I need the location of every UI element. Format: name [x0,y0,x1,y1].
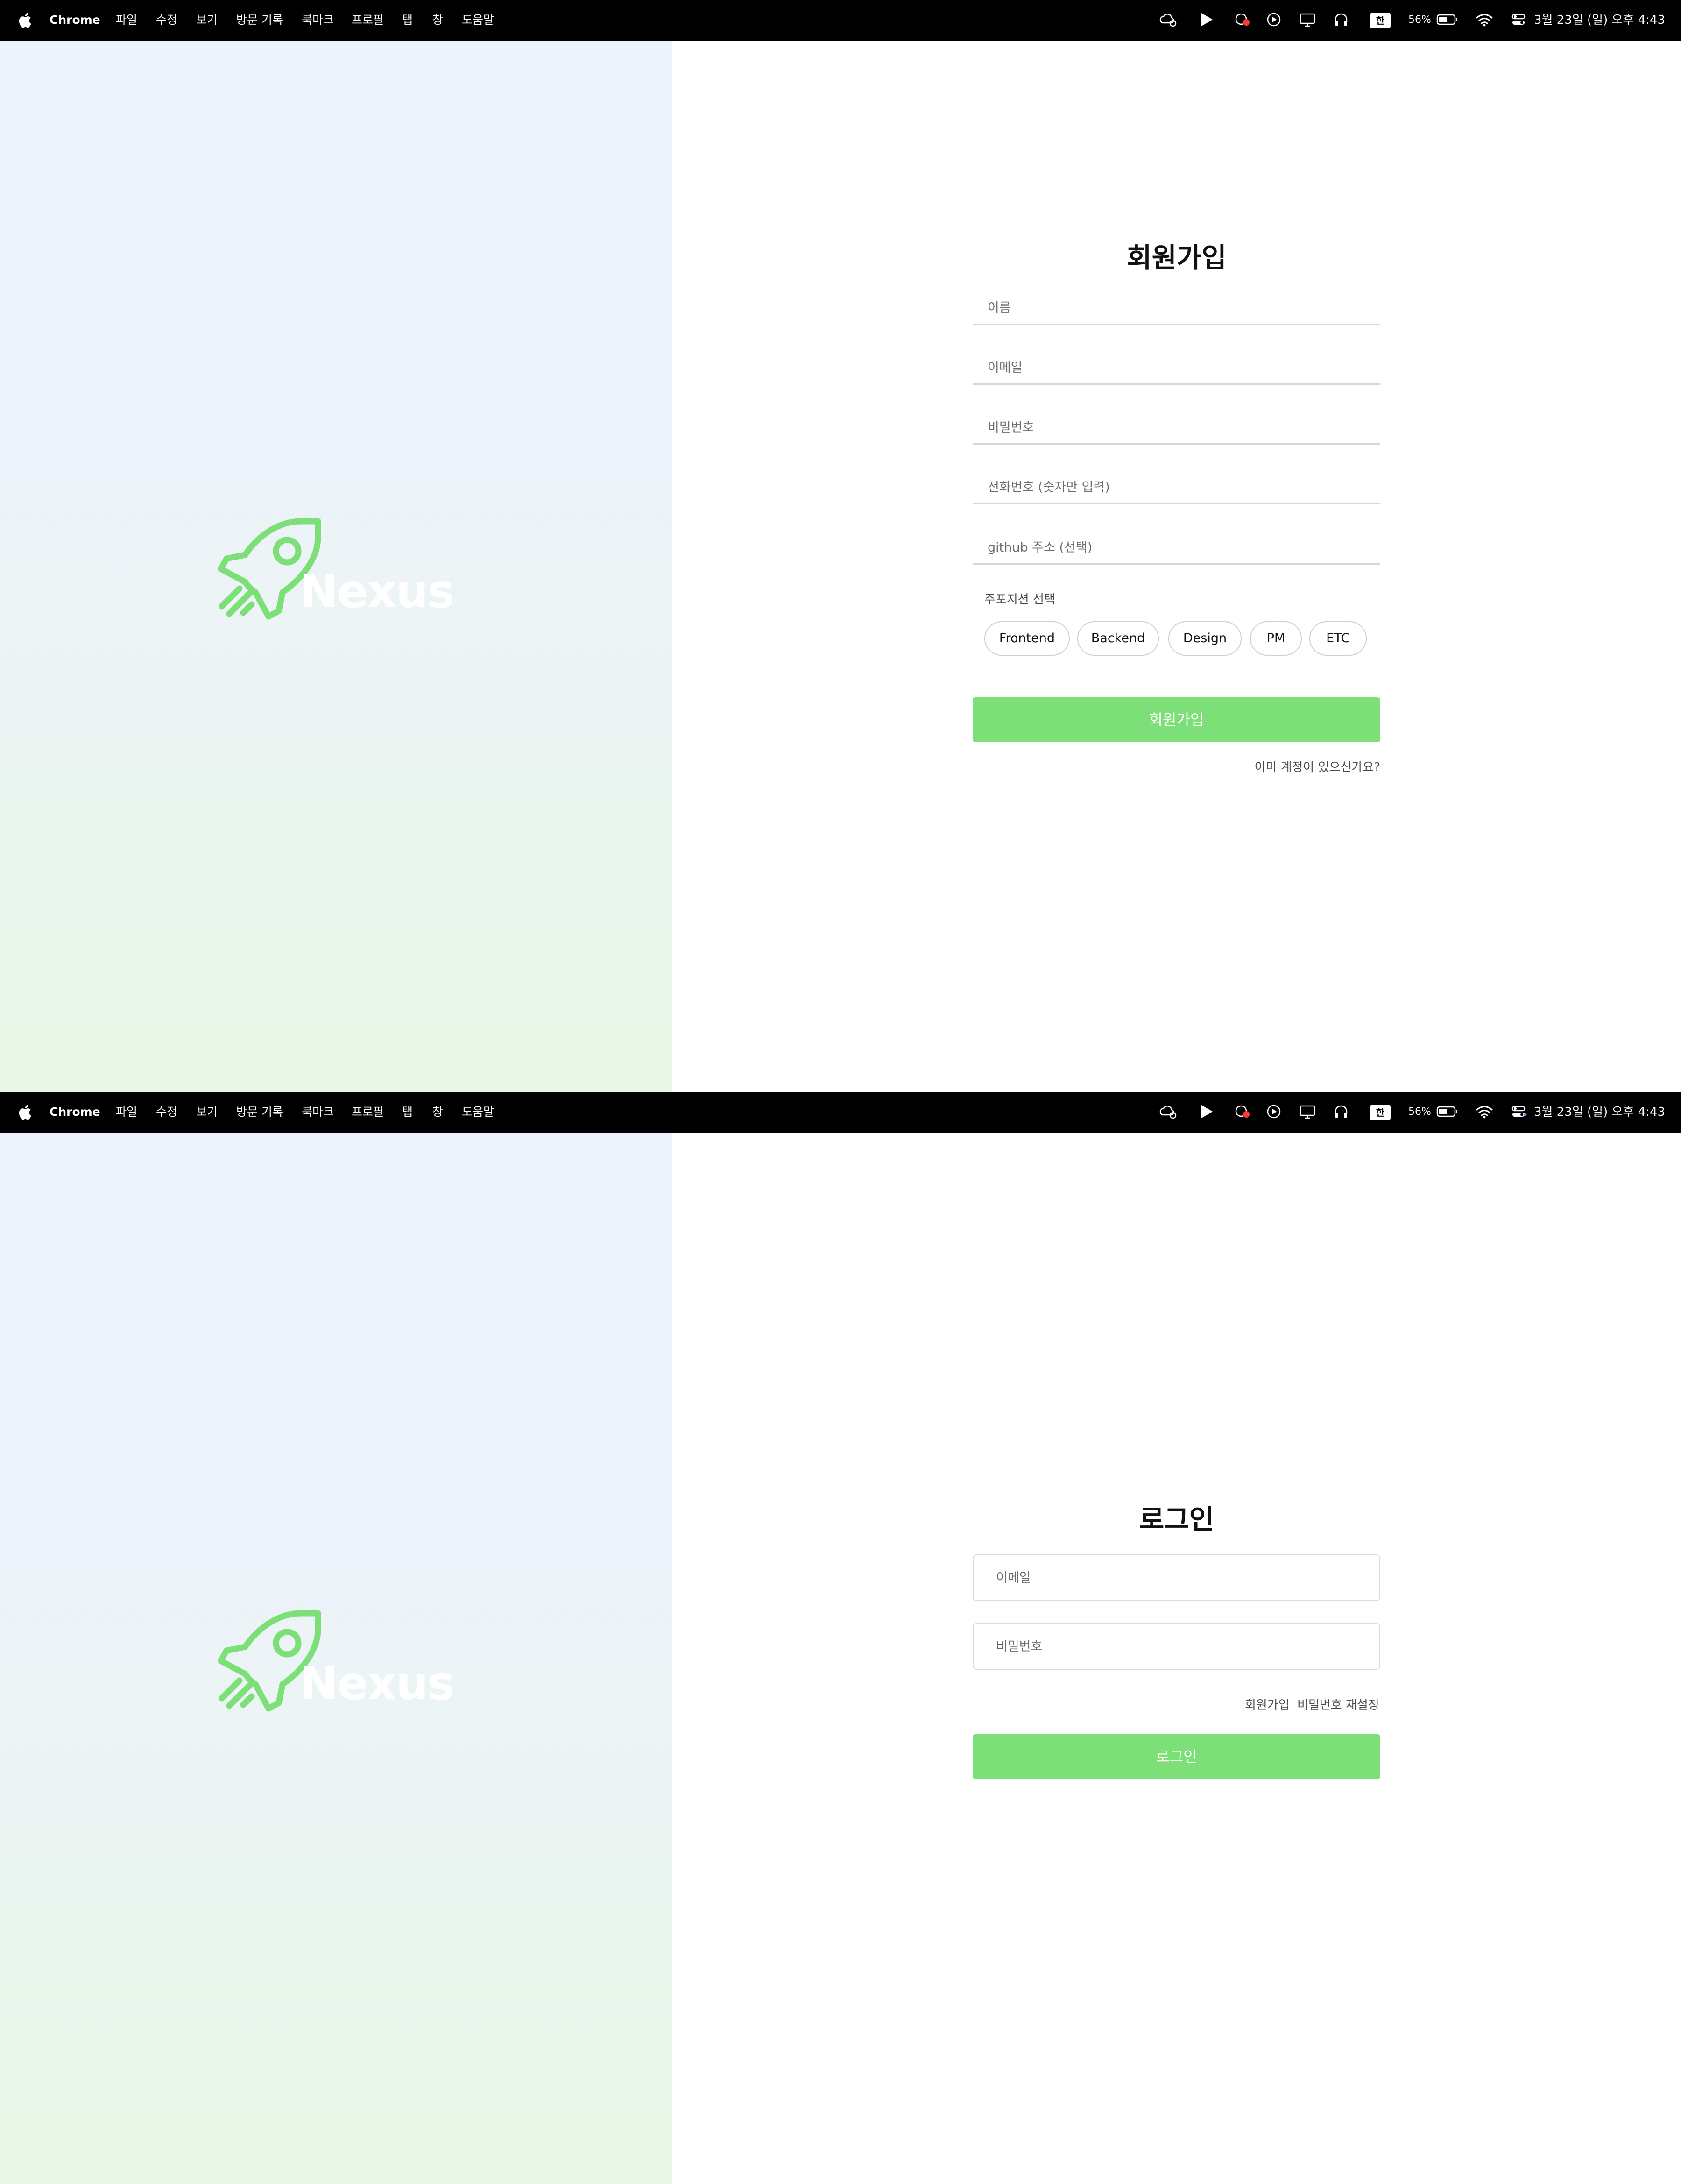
position-chip-pm[interactable]: PM [1250,621,1302,656]
menubar-clock[interactable]: 3월 23일 (일) 오후 4:43 [1534,11,1665,29]
login-email-input[interactable] [973,1554,1380,1601]
menu-file[interactable]: 파일 [116,1103,137,1121]
wifi-icon[interactable] [1474,1101,1495,1122]
nexus-logo: Nexus [212,1605,465,1717]
menu-window[interactable]: 창 [432,11,443,29]
signup-screen: Chrome 파일 수정 보기 방문 기록 북마크 프로필 탭 창 도움말 한 … [0,0,1681,1092]
input-source-indicator[interactable]: 한 [1370,13,1391,28]
menu-help[interactable]: 도움말 [462,1103,494,1121]
menu-app-chrome[interactable]: Chrome [49,11,100,29]
brand-wordmark: Nexus [300,1657,455,1710]
menu-bookmarks[interactable]: 북마크 [302,11,334,29]
position-chip-backend[interactable]: Backend [1077,621,1159,656]
apple-icon[interactable] [18,1103,32,1121]
menu-tab[interactable]: 탭 [402,1103,413,1121]
menu-view[interactable]: 보기 [196,1103,218,1121]
brand-wordmark: Nexus [300,565,455,618]
battery-icon[interactable] [1436,9,1459,30]
menu-edit[interactable]: 수정 [156,1103,177,1121]
brand-panel: Nexus [0,1133,672,2184]
battery-percentage: 56% [1408,14,1431,26]
login-title: 로그인 [1139,1503,1215,1535]
email-input[interactable] [973,352,1380,385]
menu-edit[interactable]: 수정 [156,11,177,29]
position-label: 주포지션 선택 [984,593,1055,607]
menu-profile[interactable]: 프로필 [352,1103,384,1121]
menu-help[interactable]: 도움말 [462,11,494,29]
position-chip-frontend[interactable]: Frontend [984,621,1070,656]
login-password-input[interactable] [973,1623,1380,1670]
menu-window[interactable]: 창 [432,1103,443,1121]
headphones-icon[interactable] [1332,1101,1350,1122]
menu-bar: Chrome 파일 수정 보기 방문 기록 북마크 프로필 탭 창 도움말 한 … [0,0,1681,41]
signup-link[interactable]: 회원가입 [1245,1695,1290,1713]
menubar-clock[interactable]: 3월 23일 (일) 오후 4:43 [1534,1103,1665,1121]
menu-file[interactable]: 파일 [116,11,137,29]
menu-bookmarks[interactable]: 북마크 [302,1103,334,1121]
menu-history[interactable]: 방문 기록 [236,11,283,29]
position-chip-design[interactable]: Design [1168,621,1242,656]
play-circle-icon[interactable] [1264,1101,1283,1122]
signup-submit-button[interactable]: 회원가입 [973,697,1380,742]
input-source-indicator[interactable]: 한 [1370,1105,1391,1120]
play-icon[interactable] [1198,9,1216,30]
play-icon[interactable] [1198,1101,1216,1122]
login-panel: 로그인 회원가입 비밀번호 재설정 로그인 [672,1133,1681,2184]
weather-icon[interactable] [1157,9,1180,30]
signup-panel: 회원가입 주포지션 선택 Frontend Backend Design PM … [672,41,1681,1092]
display-icon[interactable] [1297,9,1318,30]
wifi-icon[interactable] [1474,9,1495,30]
menu-app-chrome[interactable]: Chrome [49,1103,100,1121]
login-screen: Chrome 파일 수정 보기 방문 기록 북마크 프로필 탭 창 도움말 한 … [0,1092,1681,2184]
headphones-icon[interactable] [1332,9,1350,30]
menu-tab[interactable]: 탭 [402,11,413,29]
menu-history[interactable]: 방문 기록 [236,1103,283,1121]
menu-bar: Chrome 파일 수정 보기 방문 기록 북마크 프로필 탭 창 도움말 한 … [0,1092,1681,1133]
weather-icon[interactable] [1157,1101,1180,1122]
menu-profile[interactable]: 프로필 [352,11,384,29]
control-center-icon[interactable] [1510,9,1528,30]
position-chip-etc[interactable]: ETC [1309,621,1367,656]
battery-percentage: 56% [1408,1106,1431,1118]
login-submit-button[interactable]: 로그인 [973,1734,1380,1779]
go-to-login-link[interactable]: 이미 계정이 있으신가요? [1254,758,1380,775]
battery-icon[interactable] [1436,1101,1459,1122]
password-input[interactable] [973,412,1380,445]
menu-view[interactable]: 보기 [196,11,218,29]
github-input[interactable] [973,532,1380,565]
recording-icon[interactable] [1232,9,1254,30]
control-center-icon[interactable] [1510,1101,1528,1122]
apple-icon[interactable] [18,11,32,29]
phone-input[interactable] [973,472,1380,504]
nexus-logo: Nexus [212,513,465,625]
password-reset-link[interactable]: 비밀번호 재설정 [1297,1695,1379,1713]
brand-panel: Nexus [0,41,672,1092]
signup-title: 회원가입 [1127,242,1227,274]
name-input[interactable] [973,292,1380,325]
play-circle-icon[interactable] [1264,9,1283,30]
recording-icon[interactable] [1232,1101,1254,1122]
display-icon[interactable] [1297,1101,1318,1122]
